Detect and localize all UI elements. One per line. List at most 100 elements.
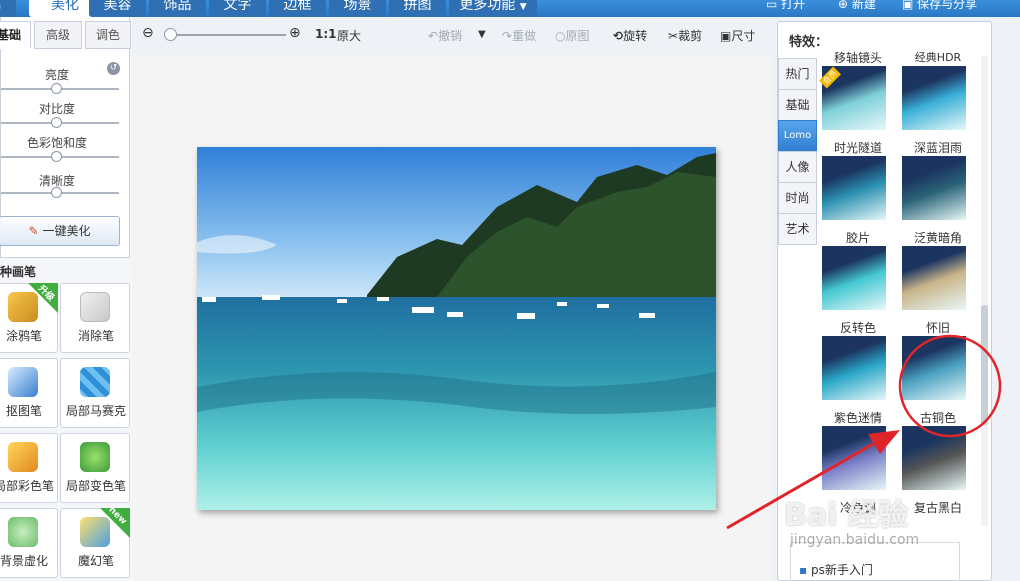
original-icon: ○ bbox=[555, 29, 566, 43]
tool-label: 局部马赛克 bbox=[65, 404, 126, 418]
save-share-button[interactable]: ▣ 保存与分享 bbox=[902, 0, 977, 12]
watermark-url: jingyan.baidu.com bbox=[790, 532, 920, 548]
category-hot[interactable]: 热门 bbox=[778, 58, 817, 90]
tool-bg-blur[interactable]: 背景虚化 bbox=[0, 508, 58, 578]
chevron-down-icon: ▼ bbox=[519, 2, 527, 12]
tool-label: 背景虚化 bbox=[0, 554, 48, 568]
tool-doodle[interactable]: 涂鸦笔 升级 bbox=[0, 283, 58, 353]
category-lomo[interactable]: Lomo bbox=[778, 120, 817, 152]
undo-button[interactable]: ↶撤销 bbox=[428, 27, 462, 44]
tab-frame[interactable]: 边框 bbox=[269, 0, 326, 17]
open-label: 打开 bbox=[781, 0, 806, 11]
new-button[interactable]: ⊕ 新建 bbox=[838, 0, 876, 12]
slider-knob-brightness[interactable] bbox=[51, 83, 62, 94]
canvas-area bbox=[132, 55, 772, 581]
crop-button[interactable]: ✂裁剪 bbox=[668, 27, 702, 44]
thumbnail-image bbox=[902, 426, 966, 490]
left-panel: 基础 高级 调色 ↺ 亮度 对比度 色彩饱和度 清晰度 ✎ 一键美化 各种画笔 … bbox=[0, 17, 132, 581]
eraser-icon bbox=[80, 292, 110, 322]
tab-collage[interactable]: 拼图 bbox=[389, 0, 446, 17]
effect-purple[interactable]: 紫色迷情 bbox=[818, 410, 898, 490]
tool-label: 涂鸦笔 bbox=[5, 329, 42, 343]
resize-button[interactable]: ▣尺寸 bbox=[720, 27, 755, 44]
thumbnail-image bbox=[902, 66, 966, 130]
effect-thumbnail bbox=[822, 336, 886, 400]
link-beginner[interactable]: ▪ ps新手入门 bbox=[799, 561, 873, 578]
open-icon: ▭ bbox=[766, 0, 778, 11]
zoom-in-icon[interactable]: ⊕ bbox=[289, 25, 301, 41]
zoom-slider-knob[interactable] bbox=[164, 28, 177, 41]
zoom-slider-track[interactable] bbox=[168, 34, 286, 36]
resize-icon: ▣ bbox=[720, 29, 732, 43]
category-portrait[interactable]: 人像 bbox=[778, 151, 817, 183]
tab-color[interactable]: 调色 bbox=[85, 21, 131, 49]
redo-button[interactable]: ↷重做 bbox=[502, 27, 536, 44]
effect-tilt-shift[interactable]: 移轴镜头 会员 bbox=[818, 50, 898, 130]
rotate-button[interactable]: ⟲旋转 bbox=[613, 27, 647, 44]
tab-basic[interactable]: 基础 bbox=[0, 21, 31, 49]
open-button[interactable]: ▭ 打开 bbox=[766, 0, 805, 12]
thumbnail-image bbox=[902, 156, 966, 220]
cutout-icon bbox=[8, 367, 38, 397]
tool-color-change[interactable]: 局部变色笔 bbox=[60, 433, 130, 503]
tool-label: 魔幻笔 bbox=[77, 554, 114, 568]
effect-thumbnail bbox=[902, 246, 966, 310]
effect-thumbnail bbox=[822, 246, 886, 310]
effect-deep-blue[interactable]: 深蓝泪雨 bbox=[898, 140, 978, 220]
slider-knob-saturation[interactable] bbox=[51, 151, 62, 162]
effect-nostalgia[interactable]: 怀旧 bbox=[898, 320, 978, 400]
tab-more-label: 更多功能 bbox=[459, 0, 516, 13]
undo-icon: ↶ bbox=[428, 29, 439, 43]
effect-time-tunnel[interactable]: 时光隧道 bbox=[818, 140, 898, 220]
tool-color-brush[interactable]: 局部彩色笔 bbox=[0, 433, 58, 503]
tool-label: 抠图笔 bbox=[5, 404, 42, 418]
zoom-out-icon[interactable]: ⊖ bbox=[142, 25, 154, 41]
effect-cross-process[interactable]: 反转色 bbox=[818, 320, 898, 400]
slider-knob-contrast[interactable] bbox=[51, 117, 62, 128]
effect-film[interactable]: 胶片 bbox=[818, 230, 898, 310]
color-brush-icon bbox=[8, 442, 38, 472]
tab-text[interactable]: 文字 bbox=[209, 0, 266, 17]
mosaic-icon bbox=[80, 367, 110, 397]
toolbar: ⊖ ⊕ 1:1 原大 ↶撤销 ▼ ↷重做 ○原图 ⟲旋转 ✂裁剪 ▣尺寸 bbox=[132, 17, 772, 55]
slider-knob-sharpness[interactable] bbox=[51, 187, 62, 198]
effect-thumbnail bbox=[902, 156, 966, 220]
rotate-icon: ⟲ bbox=[613, 29, 624, 43]
color-change-icon bbox=[80, 442, 110, 472]
zoom-ratio[interactable]: 1:1 bbox=[315, 27, 337, 41]
one-click-beautify-button[interactable]: ✎ 一键美化 bbox=[0, 216, 120, 246]
effect-retro-bw[interactable]: 复古黑白 bbox=[898, 500, 978, 516]
effect-yellow-vignette[interactable]: 泛黄暗角 bbox=[898, 230, 978, 310]
brush-header: 各种画笔 bbox=[0, 265, 37, 279]
thumbnail-image bbox=[902, 336, 966, 400]
watermark-logo: Bai 经验 bbox=[784, 498, 908, 533]
photo-canvas[interactable] bbox=[197, 147, 716, 510]
tab-advanced[interactable]: 高级 bbox=[34, 21, 82, 49]
beautify-icon: ✎ bbox=[28, 224, 39, 238]
category-art[interactable]: 艺术 bbox=[778, 213, 817, 245]
tab-scene[interactable]: 场景 bbox=[329, 0, 386, 17]
effects-scrollbar[interactable] bbox=[981, 56, 988, 526]
effect-thumbnail bbox=[902, 336, 966, 400]
tool-cutout[interactable]: 抠图笔 bbox=[0, 358, 58, 428]
tool-magic-pen[interactable]: 魔幻笔 new bbox=[60, 505, 130, 578]
adjust-box: 基础 高级 调色 ↺ 亮度 对比度 色彩饱和度 清晰度 ✎ 一键美化 bbox=[0, 17, 131, 258]
scissors-icon: ✂ bbox=[668, 29, 679, 43]
bullet-icon: ▪ bbox=[799, 563, 808, 577]
tool-eraser[interactable]: 消除笔 bbox=[60, 283, 130, 353]
tab-more[interactable]: 更多功能 ▼ bbox=[449, 0, 537, 17]
tool-mosaic[interactable]: 局部马赛克 bbox=[60, 358, 130, 428]
effect-bronze[interactable]: 古铜色 bbox=[898, 410, 978, 490]
original-size-button[interactable]: 原大 bbox=[337, 27, 361, 44]
tab-accessories[interactable]: 饰品 bbox=[149, 0, 206, 17]
scrollbar-thumb[interactable] bbox=[981, 305, 988, 425]
tab-beauty[interactable]: 美容 bbox=[89, 0, 146, 17]
category-basic[interactable]: 基础 bbox=[778, 89, 817, 121]
home-tab[interactable]: ⌂ bbox=[0, 0, 16, 17]
effect-thumbnail bbox=[822, 156, 886, 220]
original-image-button[interactable]: ○原图 bbox=[555, 27, 590, 44]
effect-classic-hdr[interactable]: 经典HDR bbox=[898, 50, 978, 130]
effect-thumbnail bbox=[822, 426, 886, 490]
undo-dropdown-icon[interactable]: ▼ bbox=[478, 29, 486, 40]
category-fashion[interactable]: 时尚 bbox=[778, 182, 817, 214]
